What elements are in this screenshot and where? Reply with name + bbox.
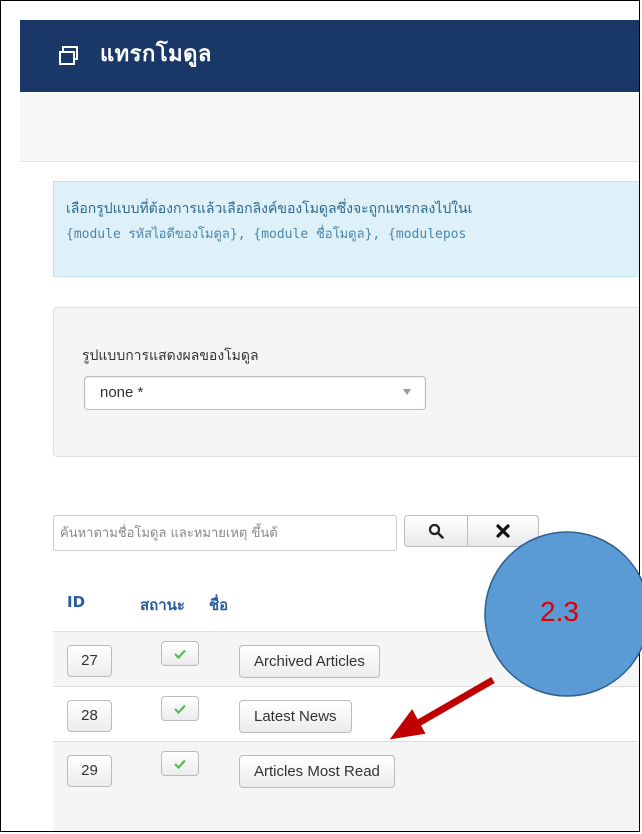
column-header-id[interactable]: ID [67, 593, 85, 611]
table-row: 27 Archived Articles [53, 631, 639, 687]
search-icon [428, 523, 444, 539]
clear-button[interactable] [468, 515, 539, 547]
table-row: 28 Latest News [53, 686, 639, 742]
style-select-value: none * [100, 384, 144, 401]
column-header-status[interactable]: สถานะ [140, 593, 185, 617]
table-row: 29 Articles Most Read [53, 741, 639, 831]
column-header-name[interactable]: ชื่อ [209, 593, 228, 617]
search-buttons [404, 515, 539, 547]
status-toggle[interactable] [161, 641, 199, 666]
module-id-button[interactable]: 28 [67, 700, 112, 732]
info-text: เลือกรูปแบบที่ต้องการแล้วเลือกลิงค์ของโม… [66, 201, 473, 217]
status-toggle[interactable] [161, 696, 199, 721]
window-icon [59, 46, 78, 65]
annotation-label: 2.3 [540, 596, 579, 627]
modal-header: แทรกโมดูล [20, 20, 639, 92]
page-title: แทรกโมดูล [100, 42, 212, 67]
info-alert: เลือกรูปแบบที่ต้องการแล้วเลือกลิงค์ของโม… [53, 181, 639, 277]
module-id-button[interactable]: 29 [67, 755, 112, 787]
info-syntax-text: {module รหัสไอดีของโมดูล}, {module ชื่อโ… [66, 227, 467, 242]
status-toggle[interactable] [161, 751, 199, 776]
module-id-button[interactable]: 27 [67, 645, 112, 677]
check-icon [174, 704, 186, 714]
search-button[interactable] [404, 515, 468, 547]
toolbar [20, 93, 639, 162]
modal-frame: แทรกโมดูล เลือกรูปแบบที่ต้องการแล้วเลือก… [0, 0, 640, 832]
check-icon [174, 649, 186, 659]
module-link-button[interactable]: Articles Most Read [239, 755, 395, 788]
search-field[interactable] [53, 515, 397, 551]
close-icon [496, 524, 510, 538]
module-link-button[interactable]: Latest News [239, 700, 352, 733]
style-panel: รูปแบบการแสดงผลของโมดูล none * [53, 307, 639, 457]
module-link-button[interactable]: Archived Articles [239, 645, 380, 678]
search-input[interactable] [54, 516, 396, 550]
style-select[interactable]: none * [84, 376, 426, 410]
style-label: รูปแบบการแสดงผลของโมดูล [82, 348, 259, 364]
chevron-down-icon [403, 389, 411, 395]
check-icon [174, 759, 186, 769]
